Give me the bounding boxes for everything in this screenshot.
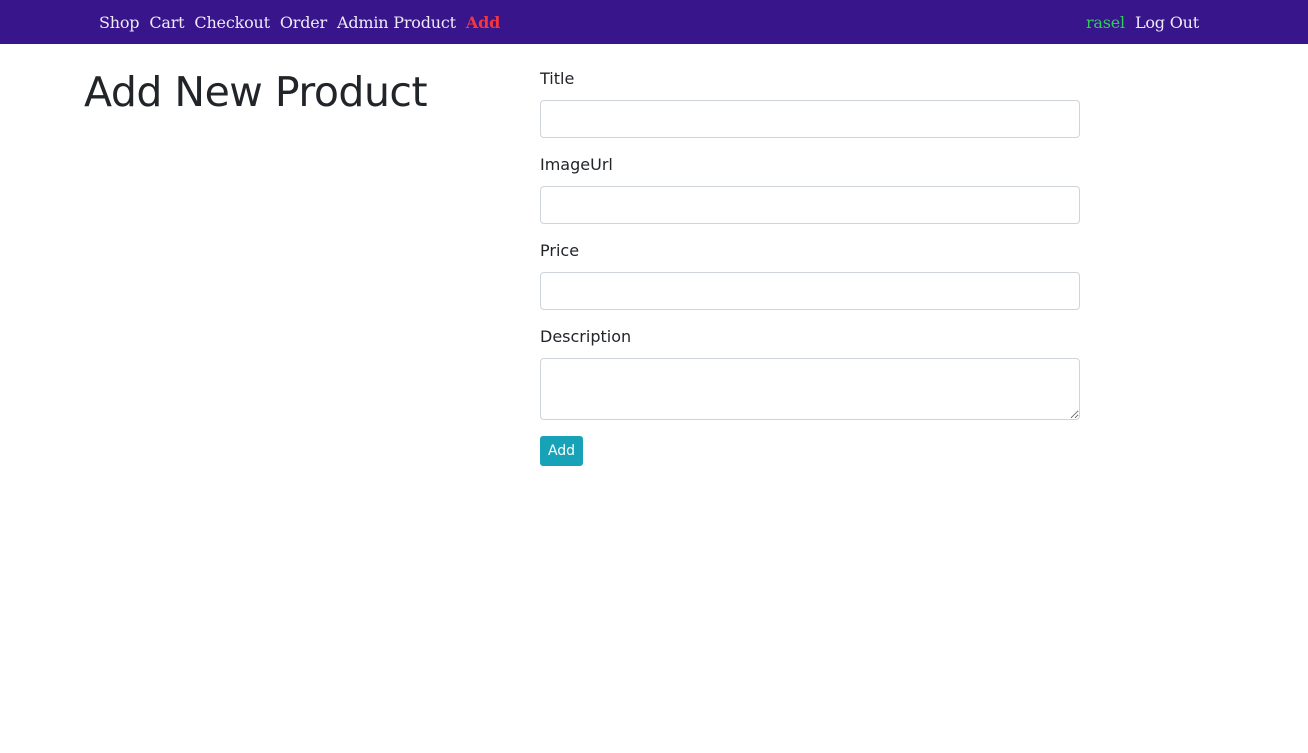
nav-link-admin-product[interactable]: Admin Product xyxy=(337,13,456,32)
nav-link-cart[interactable]: Cart xyxy=(149,13,184,32)
username-label: rasel xyxy=(1085,12,1125,32)
price-field-group: Price xyxy=(540,240,1080,310)
logout-link[interactable]: Log Out xyxy=(1135,13,1199,32)
description-textarea[interactable] xyxy=(540,358,1080,420)
nav-link-checkout[interactable]: Checkout xyxy=(194,13,270,32)
title-field-group: Title xyxy=(540,68,1080,138)
page-title: Add New Product xyxy=(84,68,428,116)
description-label: Description xyxy=(540,327,632,346)
title-label: Title xyxy=(540,69,575,88)
nav-link-add[interactable]: Add xyxy=(466,13,500,32)
top-navbar: Shop Cart Checkout Order Admin Product A… xyxy=(0,0,1308,44)
title-input[interactable] xyxy=(540,100,1080,138)
image-url-label: ImageUrl xyxy=(540,155,613,174)
nav-link-shop[interactable]: Shop xyxy=(99,13,140,32)
price-label: Price xyxy=(540,241,580,260)
nav-user-area: rasel Log Out xyxy=(1086,0,1199,44)
add-product-button[interactable]: Add xyxy=(540,436,583,466)
price-input[interactable] xyxy=(540,272,1080,310)
nav-links: Shop Cart Checkout Order Admin Product A… xyxy=(99,0,510,44)
description-field-group: Description xyxy=(540,326,1080,420)
image-url-field-group: ImageUrl xyxy=(540,154,1080,224)
nav-link-order[interactable]: Order xyxy=(280,13,327,32)
image-url-input[interactable] xyxy=(540,186,1080,224)
